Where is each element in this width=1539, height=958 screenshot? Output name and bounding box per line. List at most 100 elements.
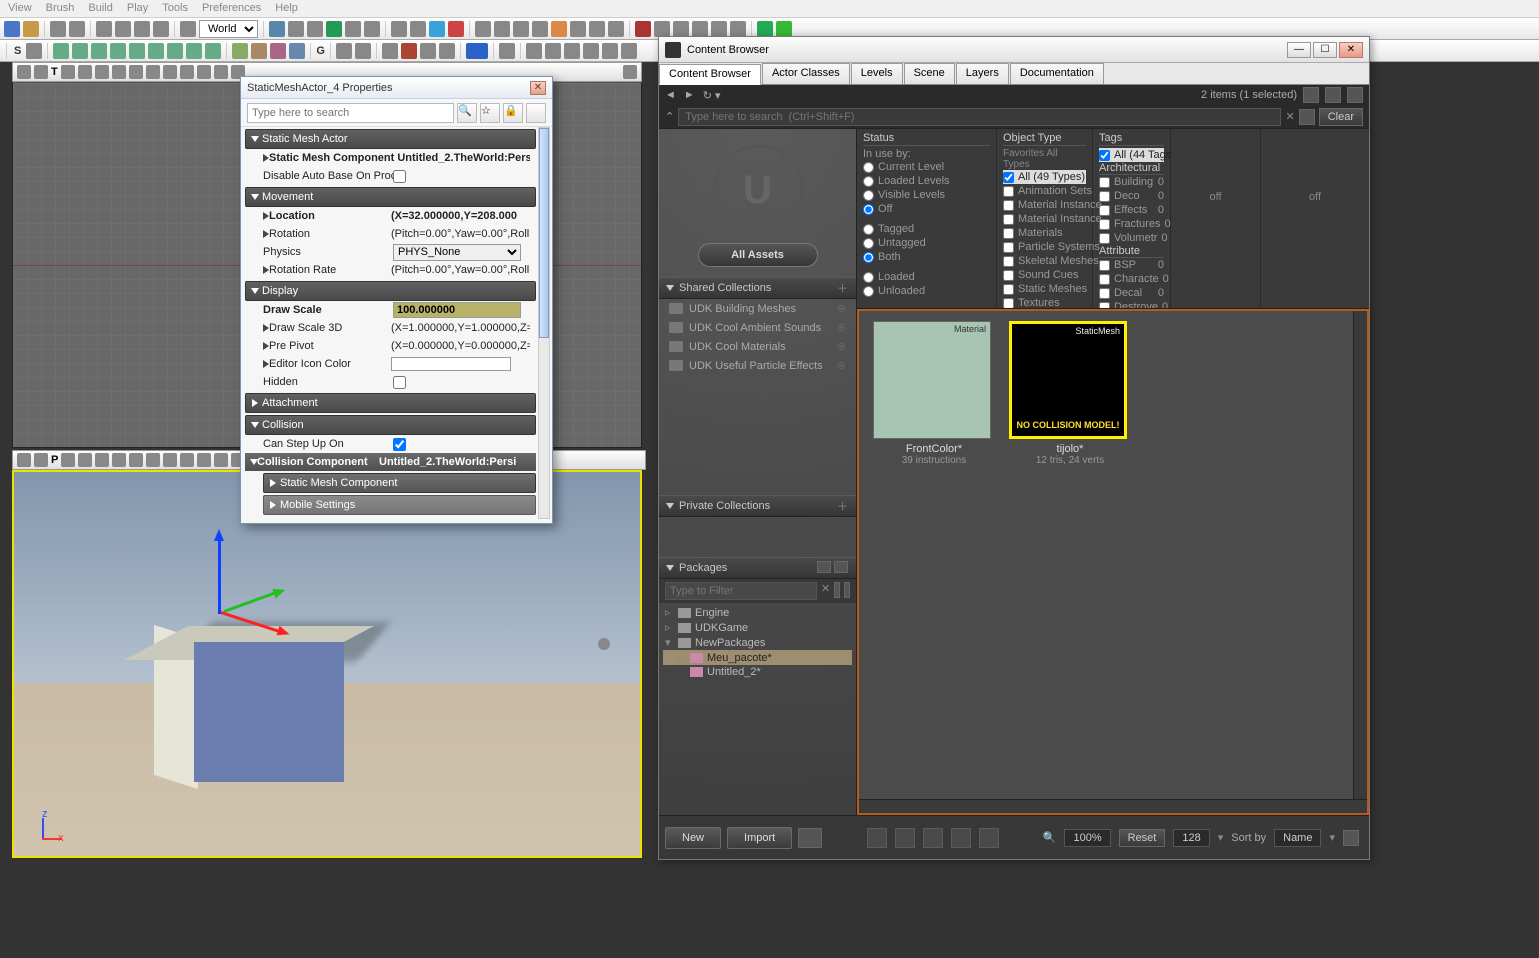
viewport-icon[interactable]: [214, 453, 228, 467]
toolbar-icon[interactable]: [494, 21, 510, 37]
all-assets-button[interactable]: All Assets: [698, 243, 818, 267]
viewport-mode-label[interactable]: T: [51, 66, 58, 78]
tab-content-browser[interactable]: Content Browser: [659, 64, 761, 85]
toolbar-icon[interactable]: [730, 21, 746, 37]
toolbar-icon[interactable]: [757, 21, 773, 37]
drawscale-input[interactable]: [393, 302, 521, 318]
item-count-value[interactable]: 128: [1173, 829, 1209, 847]
back-icon[interactable]: ◄: [665, 89, 676, 101]
tree-node-newpackages[interactable]: ▾NewPackages: [663, 635, 852, 650]
toolbar-icon[interactable]: [602, 43, 618, 59]
section-smc-nested[interactable]: Static Mesh Component: [263, 473, 536, 493]
viewport-icon[interactable]: [61, 65, 75, 79]
properties-search-input[interactable]: [247, 103, 454, 123]
toolbar-icon[interactable]: [526, 43, 542, 59]
brush-icon[interactable]: [270, 43, 286, 59]
check-matinst[interactable]: Material Instance: [1003, 198, 1086, 212]
section-collision[interactable]: Collision: [245, 415, 536, 435]
viewport-icon[interactable]: [17, 65, 31, 79]
section-static-mesh-actor[interactable]: Static Mesh Actor: [245, 129, 536, 149]
clear-filter-icon[interactable]: ✕: [821, 582, 830, 600]
toolbar-icon[interactable]: [551, 21, 567, 37]
sort-field-select[interactable]: Name: [1274, 829, 1321, 847]
toolbar-icon[interactable]: [532, 21, 548, 37]
character-icon[interactable]: [401, 43, 417, 59]
add-collection-icon[interactable]: ＋: [837, 280, 848, 296]
brush-icon[interactable]: [129, 43, 145, 59]
dialog-titlebar[interactable]: StaticMeshActor_4 Properties ✕: [241, 77, 552, 99]
radio-loaded-levels[interactable]: Loaded Levels: [863, 174, 990, 188]
check-decal[interactable]: Decal0: [1099, 286, 1164, 300]
check-effects[interactable]: Effects0: [1099, 203, 1164, 217]
tree-node-engine[interactable]: ▹Engine: [663, 605, 852, 620]
favorites-alltypes-label[interactable]: Favorites All Types: [1003, 148, 1086, 170]
tree-node-udkgame[interactable]: ▹UDKGame: [663, 620, 852, 635]
viewport-icon[interactable]: [146, 65, 160, 79]
viewport-icon[interactable]: [214, 65, 228, 79]
expand-all-icon[interactable]: ⌃: [665, 110, 674, 123]
pencil-icon[interactable]: [834, 582, 840, 598]
package-filter-input[interactable]: [665, 582, 817, 600]
radio-off[interactable]: Off: [863, 202, 990, 216]
clear-button[interactable]: Clear: [1319, 108, 1363, 126]
view-option-icon[interactable]: [1303, 87, 1319, 103]
reset-zoom-button[interactable]: Reset: [1119, 829, 1166, 847]
viewport-icon[interactable]: [95, 453, 109, 467]
tab-levels[interactable]: Levels: [851, 63, 903, 84]
section-attachment[interactable]: Attachment: [245, 393, 536, 413]
toolbar-icon[interactable]: [96, 21, 112, 37]
viewport-icon[interactable]: [197, 65, 211, 79]
viewport-icon[interactable]: [61, 453, 75, 467]
packages-header[interactable]: Packages: [659, 557, 856, 579]
menu-build[interactable]: Build: [88, 2, 112, 15]
search-options-icon[interactable]: [1299, 109, 1315, 125]
pkg-view-icon[interactable]: [817, 561, 831, 573]
maximize-button[interactable]: ☐: [1313, 42, 1337, 58]
radio-both[interactable]: Both: [863, 250, 990, 264]
toolbar-icon[interactable]: [23, 21, 39, 37]
check-icon[interactable]: [844, 582, 850, 598]
toolbar-icon[interactable]: [382, 43, 398, 59]
brush-icon[interactable]: [251, 43, 267, 59]
kismet-icon[interactable]: [326, 21, 342, 37]
actor-sprite[interactable]: [598, 638, 610, 650]
brush-cube-icon[interactable]: [53, 43, 69, 59]
brush-icon[interactable]: [232, 43, 248, 59]
canstep-checkbox[interactable]: [393, 438, 406, 451]
check-animsets[interactable]: Animation Sets: [1003, 184, 1086, 198]
undo-icon[interactable]: [50, 21, 66, 37]
scrollbar[interactable]: [538, 127, 550, 519]
check-volumetr[interactable]: Volumetr0: [1099, 231, 1164, 245]
toolbar-icon[interactable]: [391, 21, 407, 37]
toolbar-icon[interactable]: [420, 43, 436, 59]
brush-icon[interactable]: [205, 43, 221, 59]
close-button[interactable]: ✕: [1339, 42, 1363, 58]
section-display[interactable]: Display: [245, 281, 536, 301]
viewport-icon[interactable]: [34, 453, 48, 467]
toolbar-icon[interactable]: [545, 43, 561, 59]
toolbar-icon[interactable]: [589, 21, 605, 37]
minimize-button[interactable]: —: [1287, 42, 1311, 58]
toolbar-icon[interactable]: [499, 43, 515, 59]
toolbar-icon[interactable]: [180, 21, 196, 37]
brush-icon[interactable]: [148, 43, 164, 59]
collection-item[interactable]: UDK Useful Particle Effects⊕: [659, 356, 856, 375]
check-character[interactable]: Characte0: [1099, 272, 1164, 286]
viewport-icon[interactable]: [78, 65, 92, 79]
toolbar-icon[interactable]: [711, 21, 727, 37]
scrollbar-horizontal[interactable]: [859, 799, 1367, 813]
gizmo-z-axis[interactable]: [218, 534, 221, 614]
coord-space-select[interactable]: World: [199, 20, 258, 38]
window-titlebar[interactable]: Content Browser — ☐ ✕: [659, 37, 1369, 63]
check-staticmeshes[interactable]: Static Meshes: [1003, 282, 1086, 296]
viewport-icon[interactable]: [95, 65, 109, 79]
lock-icon[interactable]: 🔒: [503, 103, 523, 123]
check-soundcues[interactable]: Sound Cues: [1003, 268, 1086, 282]
toolbar-icon[interactable]: [26, 43, 42, 59]
check-all-types[interactable]: All (49 Types): [1003, 170, 1086, 184]
view-option-icon[interactable]: [1347, 87, 1363, 103]
disable-auto-checkbox[interactable]: [393, 170, 406, 183]
check-fractures[interactable]: Fractures0: [1099, 217, 1164, 231]
search-icon[interactable]: 🔍: [457, 103, 477, 123]
viewport-icon[interactable]: [129, 65, 143, 79]
